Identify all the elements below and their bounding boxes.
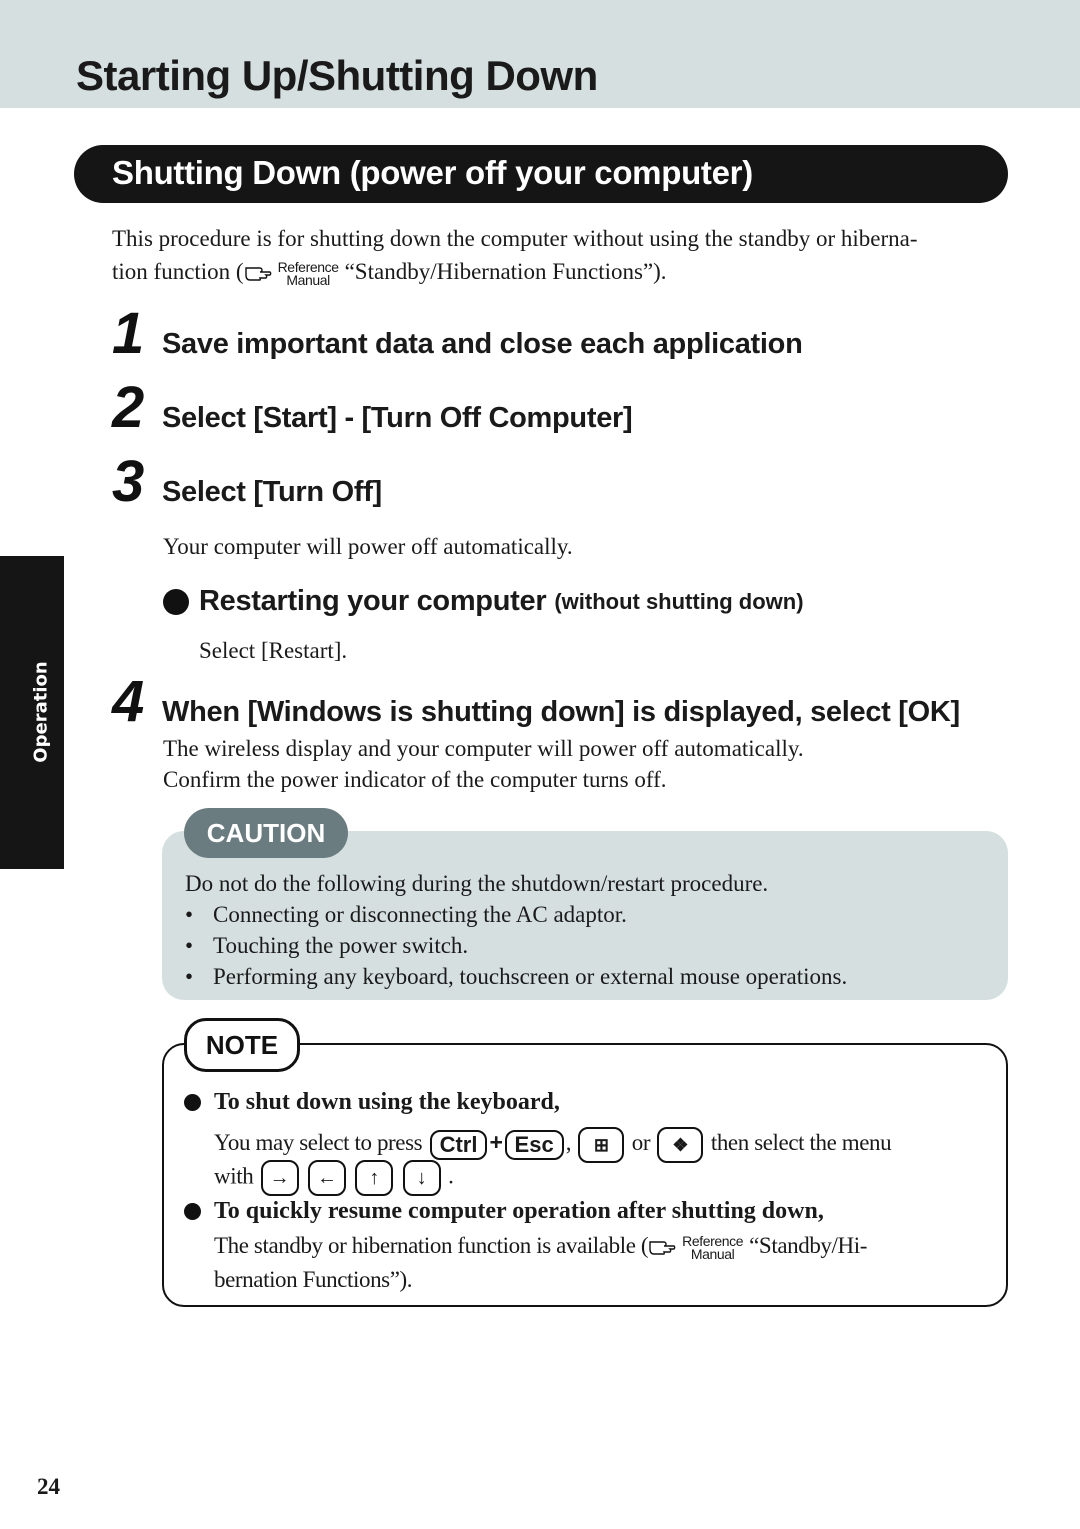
reference-manual-link[interactable]: Reference Manual — [278, 260, 339, 287]
caution-intro: Do not do the following during the shutd… — [185, 871, 769, 896]
down-arrow-key-icon: ↓ — [402, 1160, 441, 1196]
note-item-1-heading: To shut down using the keyboard, — [184, 1089, 560, 1116]
note-item-2-line-1: The standby or hibernation function is a… — [214, 1232, 867, 1262]
note-item-2-line-2: bernation Functions”). — [214, 1267, 413, 1292]
note-item-2-heading: To quickly resume computer operation aft… — [184, 1198, 824, 1225]
intro-line-2: tion function ( Reference Manual “Standby/H… — [112, 255, 1012, 288]
restart-heading: Restarting your computer (without shutti… — [163, 585, 804, 618]
note-label: NOTE — [184, 1018, 300, 1072]
step-text: Select [Turn Off] — [162, 476, 382, 508]
left-arrow-key-icon: ← — [308, 1160, 347, 1196]
windows-logo-key-icon: ⊞ — [578, 1126, 625, 1163]
note-item-1-line-1: You may select to press Ctrl + Esc, ⊞ or ❖… — [214, 1126, 892, 1163]
step-number: 1 — [112, 301, 145, 366]
step-2: 2 Select [Start] - [Turn Off Computer] — [112, 375, 633, 440]
caution-item: • Performing any keyboard, touchscreen or… — [185, 964, 848, 989]
side-tab-label: Operation — [30, 661, 52, 763]
section-title: Shutting Down (power off your computer) — [112, 154, 753, 191]
step-4-body-2: Confirm the power indicator of the compu… — [163, 767, 667, 792]
caution-item: • Touching the power switch. — [185, 933, 469, 958]
bullet-dot-icon — [163, 588, 189, 615]
intro-text: tion function ( — [112, 259, 244, 284]
step-3-body: Your computer will power off automatical… — [163, 534, 573, 559]
restart-title: Restarting your computer — [199, 585, 547, 617]
step-1: 1 Save important data and close each app… — [112, 304, 803, 364]
step-3: 3 Select [Turn Off] — [112, 452, 382, 512]
step-text: When [Windows is shutting down] is displ… — [162, 696, 960, 728]
step-4: 4 When [Windows is shutting down] is dis… — [112, 672, 960, 732]
step-number: 3 — [112, 449, 145, 514]
intro-paragraph: This procedure is for shutting down the … — [112, 222, 1012, 288]
step-4-body-1: The wireless display and your computer w… — [163, 736, 804, 761]
caution-label: CAUTION — [184, 808, 348, 858]
note-item-1-line-2: with → ← ↑ ↓ . — [214, 1160, 454, 1196]
esc-key: Esc — [504, 1129, 564, 1160]
caution-list: Do not do the following during the shutd… — [185, 868, 847, 992]
restart-body: Select [Restart]. — [199, 638, 348, 663]
caution-item: • Connecting or disconnecting the AC adap… — [185, 902, 627, 927]
intro-reference-title: “Standby/Hibernation Functions”). — [344, 259, 667, 284]
step-number: 4 — [112, 669, 145, 734]
step-number: 2 — [112, 375, 145, 440]
step-text: Select [Start] - [Turn Off Computer] — [162, 402, 633, 434]
ctrl-key: Ctrl — [429, 1129, 488, 1160]
restart-subtitle: (without shutting down) — [554, 588, 804, 614]
up-arrow-key-icon: ↑ — [355, 1160, 394, 1196]
page-number: 24 — [37, 1474, 60, 1499]
step-text: Save important data and close each appli… — [162, 328, 803, 360]
windows-flag-key-icon: ❖ — [657, 1126, 704, 1163]
pointing-hand-icon — [244, 267, 271, 281]
right-arrow-key-icon: → — [260, 1160, 299, 1196]
pointing-hand-icon — [649, 1241, 676, 1255]
reference-manual-link[interactable]: Reference Manual — [682, 1234, 743, 1261]
bullet-dot-icon — [184, 1094, 201, 1111]
intro-line-1: This procedure is for shutting down the … — [112, 226, 918, 251]
bullet-dot-icon — [184, 1203, 201, 1220]
page-title: Starting Up/Shutting Down — [76, 52, 598, 99]
